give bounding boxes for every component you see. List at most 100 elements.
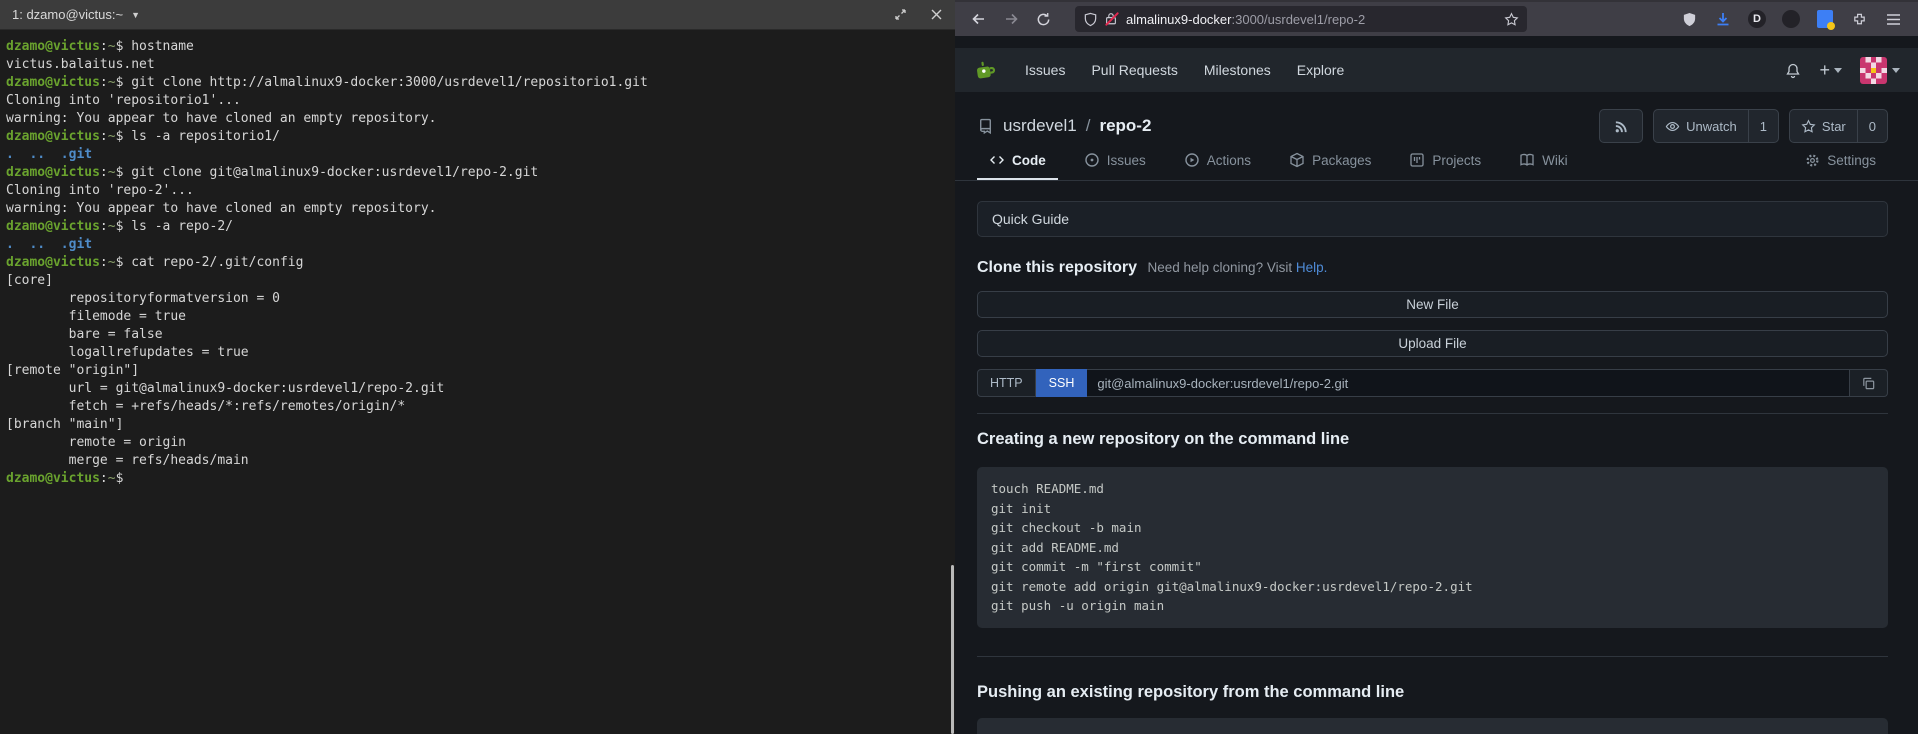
- terminal-line: dzamo@victus:~$ cat repo-2/.git/config: [6, 254, 953, 272]
- unwatch-button[interactable]: Unwatch: [1654, 110, 1748, 142]
- repo-owner-link[interactable]: usrdevel1: [1003, 116, 1077, 136]
- terminal-scrollbar-thumb[interactable]: [951, 565, 954, 734]
- url-text[interactable]: almalinux9-docker:3000/usrdevel1/repo-2: [1126, 12, 1498, 27]
- ssh-protocol-button[interactable]: SSH: [1036, 369, 1088, 397]
- tab-settings[interactable]: Settings: [1793, 153, 1888, 180]
- repo-name-link[interactable]: repo-2: [1099, 116, 1151, 136]
- back-arrow-icon: [971, 11, 987, 27]
- chevron-down-icon: [1834, 68, 1842, 73]
- bookmark-star-icon[interactable]: [1504, 12, 1519, 27]
- terminal-maximize-button[interactable]: [893, 8, 907, 22]
- copy-icon: [1861, 376, 1876, 391]
- star-button[interactable]: Star: [1790, 110, 1857, 142]
- terminal-line: merge = refs/heads/main: [6, 452, 953, 470]
- clone-url-input[interactable]: git@almalinux9-docker:usrdevel1/repo-2.g…: [1087, 369, 1850, 397]
- gear-icon: [1805, 153, 1820, 168]
- shield-extension-icon[interactable]: [1678, 8, 1700, 30]
- terminal-line: Cloning into 'repo-2'...: [6, 182, 953, 200]
- terminal-line: logallrefupdates = true: [6, 344, 953, 362]
- tab-code[interactable]: Code: [977, 152, 1058, 180]
- extension-doc-icon[interactable]: [1814, 8, 1836, 30]
- issue-icon: [1084, 152, 1100, 168]
- terminal-line: dzamo@victus:~$: [6, 470, 953, 488]
- user-menu[interactable]: [1860, 57, 1900, 84]
- code-line: git checkout -b main: [991, 518, 1874, 538]
- download-icon[interactable]: [1712, 8, 1734, 30]
- create-new-button[interactable]: +: [1819, 60, 1842, 81]
- plus-icon: +: [1819, 60, 1830, 81]
- reload-icon: [1036, 12, 1051, 27]
- clone-section-heading: Clone this repository Need help cloning?…: [977, 259, 1888, 277]
- upload-file-button[interactable]: Upload File: [977, 330, 1888, 357]
- terminal-line: bare = false: [6, 326, 953, 344]
- terminal-close-button[interactable]: [929, 8, 943, 22]
- code-line: git add README.md: [991, 538, 1874, 558]
- nav-item-milestones[interactable]: Milestones: [1204, 62, 1271, 78]
- menu-hamburger-icon[interactable]: [1882, 8, 1904, 30]
- forward-arrow-icon: [1003, 11, 1019, 27]
- repo-header: usrdevel1 / repo-2: [955, 92, 1918, 144]
- gitea-page: Issues Pull Requests Milestones Explore …: [955, 36, 1918, 734]
- terminal-line: . .. .git: [6, 146, 953, 164]
- terminal-line: remote = origin: [6, 434, 953, 452]
- extensions-puzzle-icon[interactable]: [1848, 8, 1870, 30]
- create-repo-code-block: touch README.mdgit initgit checkout -b m…: [977, 467, 1888, 628]
- code-line: git push -u origin main: [991, 596, 1874, 616]
- chevron-down-icon[interactable]: ▼: [131, 10, 140, 20]
- terminal-line: warning: You appear to have cloned an em…: [6, 200, 953, 218]
- terminal-line: dzamo@victus:~$ git clone http://almalin…: [6, 74, 953, 92]
- terminal-line: Cloning into 'repositorio1'...: [6, 92, 953, 110]
- terminal-line: url = git@almalinux9-docker:usrdevel1/re…: [6, 380, 953, 398]
- extension-d-icon[interactable]: D: [1746, 8, 1768, 30]
- star-count[interactable]: 0: [1857, 110, 1887, 142]
- url-bar[interactable]: almalinux9-docker:3000/usrdevel1/repo-2: [1075, 6, 1527, 32]
- push-repo-code-block: [977, 718, 1888, 734]
- code-line: touch README.md: [991, 479, 1874, 499]
- terminal-line: repositoryformatversion = 0: [6, 290, 953, 308]
- watch-count[interactable]: 1: [1748, 110, 1778, 142]
- nav-item-issues[interactable]: Issues: [1025, 62, 1065, 78]
- repo-tabs: Code Issues Actions Packages: [955, 152, 1918, 181]
- terminal-line: victus.balaitus.net: [6, 56, 953, 74]
- package-icon: [1289, 152, 1305, 168]
- shield-icon[interactable]: [1083, 12, 1098, 27]
- terminal-line: . .. .git: [6, 236, 953, 254]
- wiki-book-icon: [1519, 152, 1535, 168]
- nav-item-explore[interactable]: Explore: [1297, 62, 1344, 78]
- tab-packages[interactable]: Packages: [1277, 152, 1383, 180]
- browser-toolbar: almalinux9-docker:3000/usrdevel1/repo-2 …: [955, 0, 1918, 36]
- copy-url-button[interactable]: [1850, 369, 1888, 397]
- extension-circle-icon[interactable]: [1780, 8, 1802, 30]
- terminal-title: 1: dzamo@victus:~: [12, 7, 123, 22]
- terminal-titlebar[interactable]: 1: dzamo@victus:~ ▼: [0, 0, 955, 30]
- tab-projects[interactable]: Projects: [1397, 152, 1493, 180]
- nav-item-pull-requests[interactable]: Pull Requests: [1091, 62, 1177, 78]
- tab-issues[interactable]: Issues: [1072, 152, 1158, 180]
- terminal-line: fetch = +refs/heads/*:refs/remotes/origi…: [6, 398, 953, 416]
- insecure-lock-icon[interactable]: [1104, 11, 1120, 27]
- tab-actions[interactable]: Actions: [1172, 152, 1263, 180]
- clone-url-row: HTTP SSH git@almalinux9-docker:usrdevel1…: [977, 369, 1888, 397]
- terminal-output: dzamo@victus:~$ hostnamevictus.balaitus.…: [0, 30, 955, 734]
- close-icon: [931, 9, 942, 20]
- rss-feed-button[interactable]: [1600, 110, 1642, 142]
- terminal-window: 1: dzamo@victus:~ ▼ dzamo@victus:~$ host: [0, 0, 955, 734]
- http-protocol-button[interactable]: HTTP: [977, 369, 1036, 397]
- code-line: git remote add origin git@almalinux9-doc…: [991, 577, 1874, 597]
- code-icon: [989, 152, 1005, 168]
- expand-icon: [895, 9, 906, 20]
- terminal-line: filemode = true: [6, 308, 953, 326]
- terminal-line: dzamo@victus:~$ hostname: [6, 38, 953, 56]
- new-file-button[interactable]: New File: [977, 291, 1888, 318]
- play-circle-icon: [1184, 152, 1200, 168]
- gitea-logo[interactable]: [973, 57, 999, 83]
- project-board-icon: [1409, 152, 1425, 168]
- section-heading-create: Creating a new repository on the command…: [977, 430, 1888, 449]
- notifications-bell-icon[interactable]: [1785, 62, 1801, 79]
- help-link[interactable]: Help.: [1296, 260, 1328, 275]
- forward-button[interactable]: [997, 6, 1025, 32]
- browser-window: almalinux9-docker:3000/usrdevel1/repo-2 …: [955, 0, 1918, 734]
- back-button[interactable]: [965, 6, 993, 32]
- reload-button[interactable]: [1029, 6, 1057, 32]
- tab-wiki[interactable]: Wiki: [1507, 152, 1580, 180]
